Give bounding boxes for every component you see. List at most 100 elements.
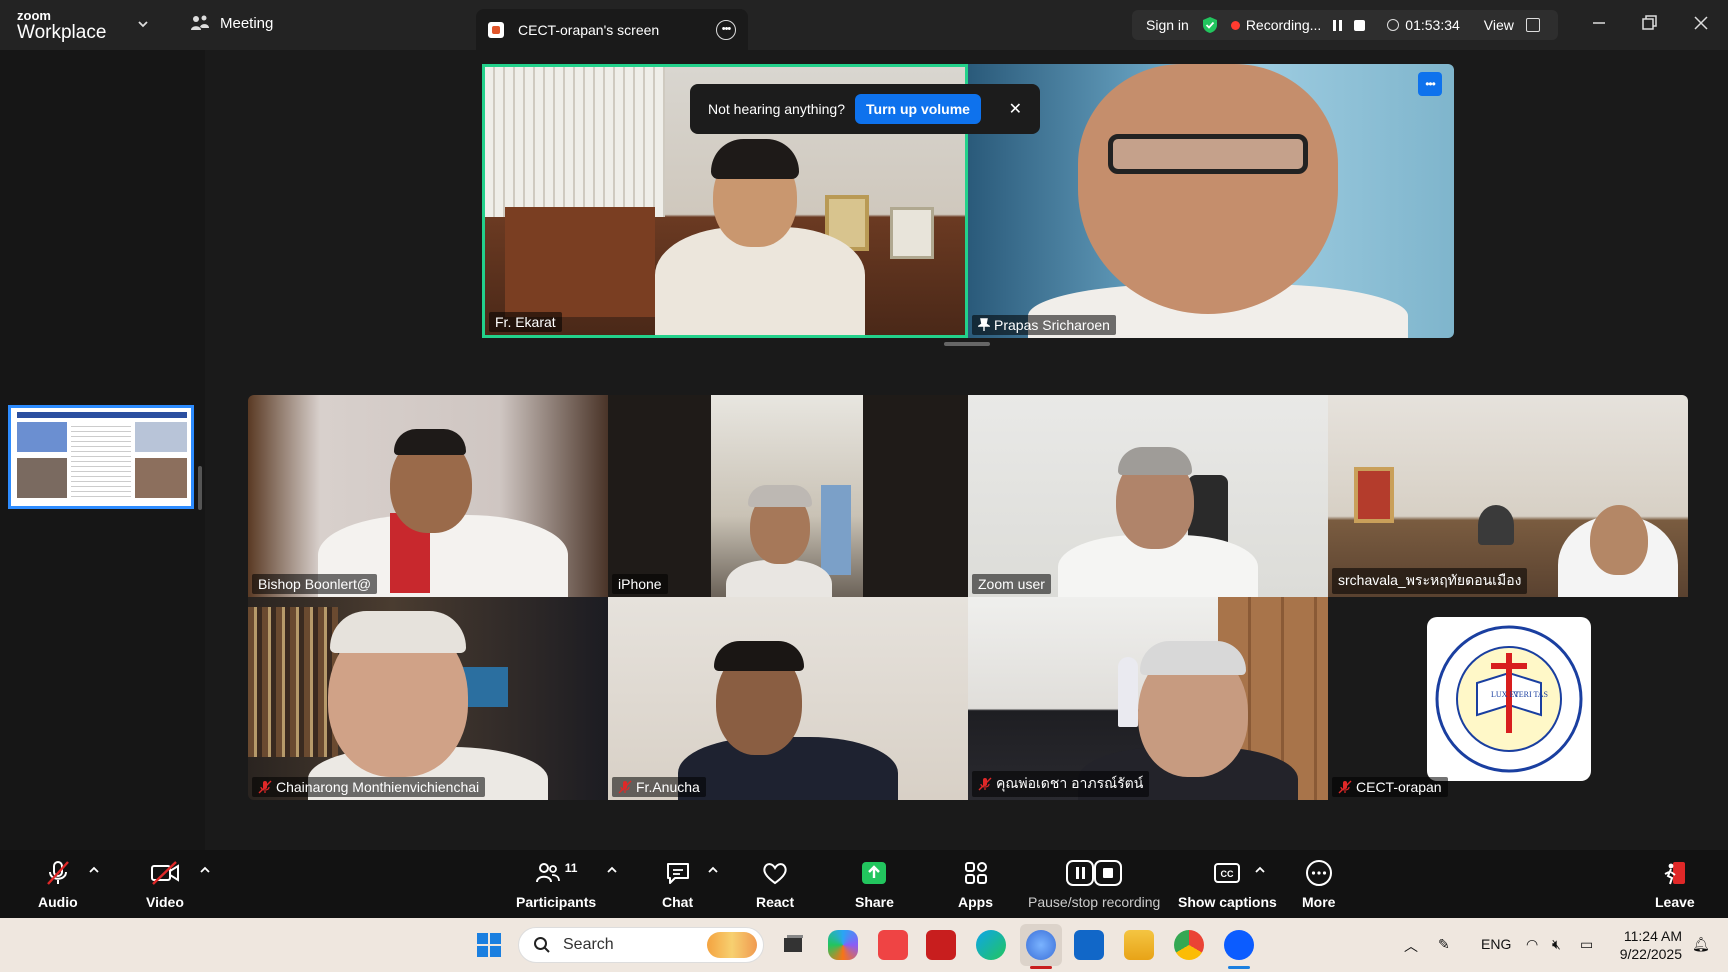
- video-button[interactable]: Video: [146, 858, 184, 910]
- audio-button[interactable]: Audio: [38, 858, 78, 910]
- chrome-icon[interactable]: [1174, 930, 1204, 960]
- leave-door-icon: [1664, 862, 1685, 885]
- leave-button[interactable]: Leave: [1655, 858, 1695, 910]
- clock-icon: [1387, 19, 1400, 31]
- share-label: Share: [855, 894, 894, 910]
- battery-icon[interactable]: ▭: [1580, 936, 1593, 953]
- windows-taskbar: Search ︿ ✎ ENG ◠ 🔇︎ ▭ 11:24 AM 9/22/2025…: [0, 918, 1728, 972]
- participant-name: คุณพ่อเดชา อาภรณ์รัตน์: [996, 775, 1144, 791]
- chat-label: Chat: [662, 894, 694, 910]
- video-options-chevron-icon[interactable]: [199, 864, 211, 876]
- speaker-muted-icon[interactable]: 🔇︎: [1552, 936, 1561, 953]
- pause-stop-recording-button[interactable]: Pause/stop recording: [1028, 858, 1160, 910]
- people-icon: [191, 15, 209, 30]
- video-tile[interactable]: iPhone: [608, 395, 968, 597]
- more-dots-icon: [1305, 860, 1332, 886]
- video-tile[interactable]: Fr.Anucha: [608, 597, 968, 800]
- pin-icon: [978, 318, 990, 331]
- elapsed-time: 01:53:34: [1405, 17, 1460, 33]
- zoom-workplace-logo[interactable]: zoom Workplace: [17, 9, 106, 42]
- audio-options-chevron-icon[interactable]: [88, 864, 100, 876]
- participants-options-chevron-icon[interactable]: [606, 864, 618, 876]
- more-options-icon[interactable]: •••: [716, 19, 736, 40]
- search-highlight-icon: [707, 932, 757, 958]
- microphone-muted-icon: [978, 777, 992, 791]
- task-view-icon[interactable]: [778, 930, 808, 960]
- apps-button[interactable]: Apps: [958, 858, 993, 910]
- participants-button[interactable]: 11 Participants: [516, 858, 596, 910]
- notifications-bell-icon[interactable]: 🔔︎: [1692, 936, 1710, 953]
- video-tile[interactable]: คุณพ่อเดชา อาภรณ์รัตน์: [968, 597, 1328, 800]
- input-language-indicator[interactable]: ENG: [1481, 936, 1511, 952]
- apps-label: Apps: [958, 894, 993, 910]
- restore-icon[interactable]: [1640, 14, 1658, 32]
- outlook-icon[interactable]: [1074, 930, 1104, 960]
- zoom-window: zoom Workplace Meeting CECT-orapan's scr…: [0, 0, 1728, 972]
- active-app-underline: [1030, 966, 1052, 969]
- participant-name: Chainarong Monthienvichienchai: [276, 779, 480, 795]
- stop-recording-icon[interactable]: [1354, 19, 1366, 31]
- more-label: More: [1302, 894, 1336, 910]
- more-button[interactable]: More: [1302, 858, 1335, 910]
- recording-control-label: Pause/stop recording: [1028, 894, 1161, 910]
- chat-button[interactable]: Chat: [662, 858, 693, 910]
- captions-options-chevron-icon[interactable]: [1254, 864, 1266, 876]
- search-icon: [534, 937, 550, 953]
- sign-in-link[interactable]: Sign in: [1146, 17, 1189, 33]
- heart-icon: [763, 863, 787, 885]
- copilot-icon[interactable]: [828, 930, 858, 960]
- zoom-app-icon[interactable]: [1224, 930, 1254, 960]
- pen-input-icon[interactable]: ✎: [1438, 936, 1450, 953]
- windows-start-icon[interactable]: [476, 932, 502, 958]
- chat-options-chevron-icon[interactable]: [707, 864, 719, 876]
- panel-resize-handle[interactable]: [198, 466, 202, 510]
- taskbar-clock[interactable]: 11:24 AM 9/22/2025: [1612, 927, 1682, 963]
- view-button[interactable]: View: [1484, 17, 1514, 33]
- microphone-muted-icon: [1338, 780, 1352, 794]
- minimize-icon[interactable]: [1590, 14, 1608, 32]
- video-label: Video: [146, 894, 184, 910]
- view-grid-icon[interactable]: [1525, 18, 1540, 32]
- svg-text:CC: CC: [1221, 869, 1234, 879]
- captions-label: Show captions: [1178, 894, 1277, 910]
- participant-name: srchavala_พระหฤทัยดอนเมือง: [1338, 572, 1522, 588]
- file-explorer-icon[interactable]: [1124, 930, 1154, 960]
- chevron-down-icon[interactable]: [136, 17, 150, 31]
- video-tile[interactable]: srchavala_พระหฤทัยดอนเมือง: [1328, 395, 1688, 597]
- video-tile-pinned[interactable]: ••• Prapas Sricharoen: [968, 64, 1454, 338]
- participant-name: Bishop Boonlert@: [258, 576, 372, 592]
- wifi-icon[interactable]: ◠: [1526, 936, 1538, 953]
- active-globe-app-icon[interactable]: [1026, 930, 1056, 960]
- encryption-shield-icon[interactable]: [1201, 16, 1219, 34]
- pause-recording-icon[interactable]: [1333, 19, 1343, 31]
- seal-motto-right: VERI TAS: [1513, 690, 1548, 699]
- audio-label: Audio: [38, 894, 78, 910]
- pause-stop-recording-icon: [1066, 860, 1123, 886]
- shared-screen-thumbnail-panel: [0, 50, 205, 850]
- taskbar-search-box[interactable]: Search: [518, 927, 764, 963]
- shared-screen-tab[interactable]: CECT-orapan's screen •••: [476, 9, 748, 50]
- participants-count-badge: 11: [564, 861, 578, 875]
- turn-up-volume-button[interactable]: Turn up volume: [855, 94, 981, 124]
- adobe-acrobat-icon[interactable]: [926, 930, 956, 960]
- react-button[interactable]: React: [756, 858, 794, 910]
- video-tile-avatar[interactable]: LUX ET VERI TAS CECT-orapan: [1328, 597, 1688, 800]
- show-hidden-icons-chevron-icon[interactable]: ︿: [1404, 936, 1418, 956]
- share-button[interactable]: Share: [855, 858, 894, 910]
- close-icon[interactable]: [1692, 14, 1710, 32]
- video-tile[interactable]: Bishop Boonlert@: [248, 395, 608, 597]
- microphone-muted-icon: [258, 780, 272, 794]
- meeting-status-bar: Sign in Recording... 01:53:34 View: [1132, 10, 1558, 40]
- video-tile[interactable]: Zoom user: [968, 395, 1328, 597]
- shared-screen-thumbnail[interactable]: [8, 405, 194, 509]
- chat-bubble-icon: [666, 863, 689, 884]
- video-tile[interactable]: Chainarong Monthienvichienchai: [248, 597, 608, 800]
- participant-name: iPhone: [618, 576, 662, 592]
- anydesk-icon[interactable]: [878, 930, 908, 960]
- close-notification-icon[interactable]: ✕: [1009, 99, 1022, 119]
- edge-browser-icon[interactable]: [976, 930, 1006, 960]
- meeting-menu[interactable]: Meeting: [190, 14, 273, 32]
- apps-grid-icon: [964, 862, 987, 884]
- tile-divider-handle[interactable]: [944, 342, 990, 346]
- tile-options-button[interactable]: •••: [1418, 72, 1442, 96]
